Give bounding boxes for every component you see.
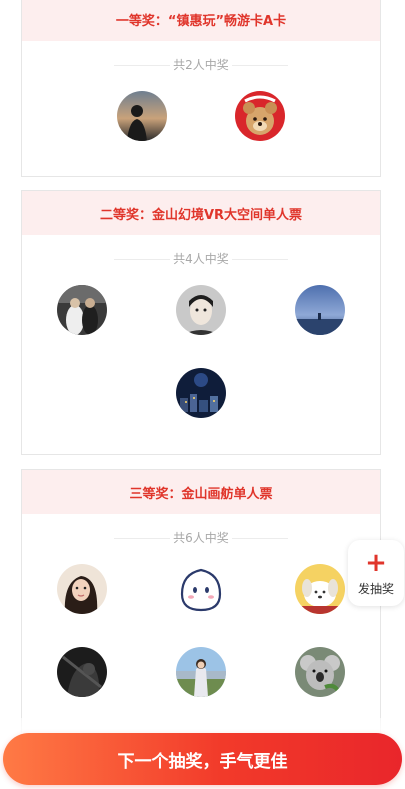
blue-sky-avatar [295,285,345,335]
winner-avatar[interactable] [295,564,345,614]
divider-line [114,65,170,66]
winner-avatar[interactable] [176,285,226,335]
bear-plush-avatar [235,91,285,141]
start-lottery-label: 发抽奖 [357,581,394,596]
prize-title: 一等奖：“镇惠玩”畅游卡A卡 [22,0,380,41]
winner-count: 共6人中奖 [173,531,229,545]
dark-photo-avatar [57,647,107,697]
next-lottery-button[interactable]: 下一个抽奖，手气更佳 [3,733,402,785]
start-lottery-button[interactable]: + 发抽奖 [348,540,404,606]
winner-avatar[interactable] [295,285,345,335]
winner-count-row: 共2人中奖 [22,55,380,75]
puppy-cartoon-avatar [295,564,345,614]
cute-face-avatar [176,564,226,614]
prize-title: 三等奖：金山画舫单人票 [22,470,380,514]
prize-card-second: 二等奖：金山幻境VR大空间单人票 共4人中奖 [21,190,381,455]
winner-count-row: 共4人中奖 [22,249,380,269]
girl-outdoor-avatar [176,647,226,697]
winner-avatar[interactable] [176,647,226,697]
winner-avatar[interactable] [176,368,226,418]
winner-count: 共2人中奖 [173,58,229,72]
winner-avatar[interactable] [57,285,107,335]
prize-title: 二等奖：金山幻境VR大空间单人票 [22,191,380,235]
winner-count: 共4人中奖 [173,252,229,266]
winner-avatar[interactable] [117,91,167,141]
divider-line [232,538,288,539]
couple-photo-avatar [57,285,107,335]
plus-icon: + [365,547,387,578]
silhouette-sunset-avatar [117,91,167,141]
divider-line [114,538,170,539]
bearded-man-sketch-avatar [176,285,226,335]
winner-avatar[interactable] [235,91,285,141]
night-city-avatar [176,368,226,418]
winner-avatar[interactable] [176,564,226,614]
koala-avatar [295,647,345,697]
winner-avatar[interactable] [57,647,107,697]
winner-count-row: 共6人中奖 [22,528,380,548]
winner-avatar[interactable] [57,564,107,614]
divider-line [114,259,170,260]
prize-card-first: 一等奖：“镇惠玩”畅游卡A卡 共2人中奖 [21,0,381,177]
woman-portrait-avatar [57,564,107,614]
winner-avatar[interactable] [295,647,345,697]
divider-line [232,65,288,66]
divider-line [232,259,288,260]
